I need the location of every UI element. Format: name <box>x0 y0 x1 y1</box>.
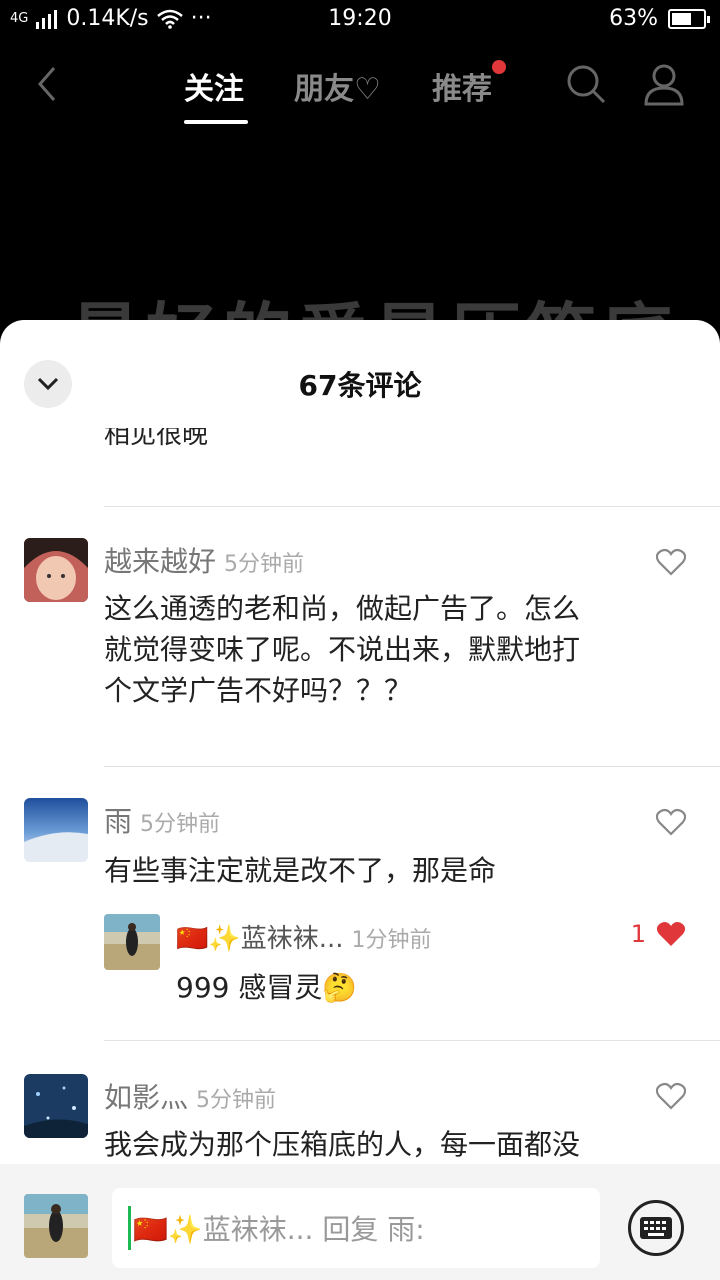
back-arrow-icon[interactable] <box>28 64 68 104</box>
divider <box>104 1040 720 1041</box>
comment-time: 5分钟前 <box>196 1088 277 1113</box>
heart-filled-icon[interactable] <box>656 920 686 948</box>
divider <box>104 766 720 767</box>
comment-line: 个文学广告不好吗？？？ <box>104 674 413 707</box>
heart-icon[interactable] <box>656 808 686 836</box>
comment-author[interactable]: 越来越好 5分钟前 <box>104 540 304 580</box>
reply-author[interactable]: 🇨🇳✨蓝袜袜... 1分钟前 <box>176 918 432 955</box>
comment-text: 这么通透的老和尚，做起广告了。怎么 就觉得变味了呢。不说出来，默默地打 个文学广… <box>104 588 624 711</box>
divider <box>104 506 720 507</box>
comment-author[interactable]: 雨 5分钟前 <box>104 800 220 840</box>
comment-author[interactable]: 如影灬 5分钟前 <box>104 1076 276 1116</box>
tab-recommended[interactable]: 推荐 <box>432 64 492 108</box>
avatar[interactable] <box>24 538 88 602</box>
reply-text: 999 感冒灵🤔 <box>176 971 358 1004</box>
avatar[interactable] <box>24 798 88 862</box>
profile-icon[interactable] <box>642 62 686 106</box>
text-caret <box>128 1206 131 1250</box>
sheet-header: 67条评论 <box>0 320 720 436</box>
comment-line: 这么通透的老和尚，做起广告了。怎么 <box>104 592 581 625</box>
author-name[interactable]: 如影灬 <box>104 1081 188 1114</box>
previous-comment-text: 相见很晚 <box>104 428 209 450</box>
top-nav: 关注 朋友♡ 推荐 <box>0 40 720 130</box>
reply-placeholder: 🇨🇳✨蓝袜袜... 回复 雨: <box>133 1213 425 1246</box>
status-bar: 4G 0.14K/s ··· 19:20 63% <box>0 0 720 38</box>
reply-input[interactable]: 🇨🇳✨蓝袜袜... 回复 雨: <box>112 1188 600 1268</box>
comment-text: 有些事注定就是改不了，那是命 <box>104 854 497 887</box>
author-name[interactable]: 越来越好 <box>104 545 216 578</box>
author-name[interactable]: 雨 <box>104 805 132 838</box>
tab-friends[interactable]: 朋友♡ <box>294 64 381 108</box>
comment-time: 5分钟前 <box>140 812 221 837</box>
keyboard-icon <box>640 1217 672 1239</box>
reply-author-name[interactable]: 🇨🇳✨蓝袜袜... <box>176 924 344 954</box>
heart-icon[interactable] <box>656 548 686 576</box>
like-count: 1 <box>630 920 646 948</box>
comment-time: 5分钟前 <box>224 552 305 577</box>
heart-icon[interactable] <box>656 1082 686 1110</box>
reply-bar: 🇨🇳✨蓝袜袜... 回复 雨: <box>0 1164 720 1280</box>
comments-sheet: 67条评论 相见很晚 越来越好 5分钟前 这么通透的老和尚，做起广告了。怎么 就觉… <box>0 320 720 1280</box>
comment-count-title: 67条评论 <box>298 369 422 402</box>
battery-icon <box>668 8 710 29</box>
comment-line: 就觉得变味了呢。不说出来，默默地打 <box>104 633 581 666</box>
avatar-image <box>24 1074 88 1138</box>
active-tab-underline <box>184 120 248 124</box>
my-avatar[interactable] <box>24 1194 88 1258</box>
avatar-image <box>24 1194 88 1258</box>
avatar-image <box>24 798 88 862</box>
comment-text: 我会成为那个压箱底的人，每一面都没 <box>104 1128 581 1161</box>
battery-percent: 63% <box>609 6 658 31</box>
tab-following[interactable]: 关注 <box>184 64 244 108</box>
avatar-image <box>24 538 88 602</box>
avatar[interactable] <box>24 1074 88 1138</box>
reply-avatar[interactable] <box>104 914 160 970</box>
avatar-image <box>104 914 160 970</box>
search-icon[interactable] <box>564 62 608 106</box>
keyboard-button[interactable] <box>628 1200 684 1256</box>
reply-time: 1分钟前 <box>351 928 432 953</box>
notification-dot <box>492 60 506 74</box>
